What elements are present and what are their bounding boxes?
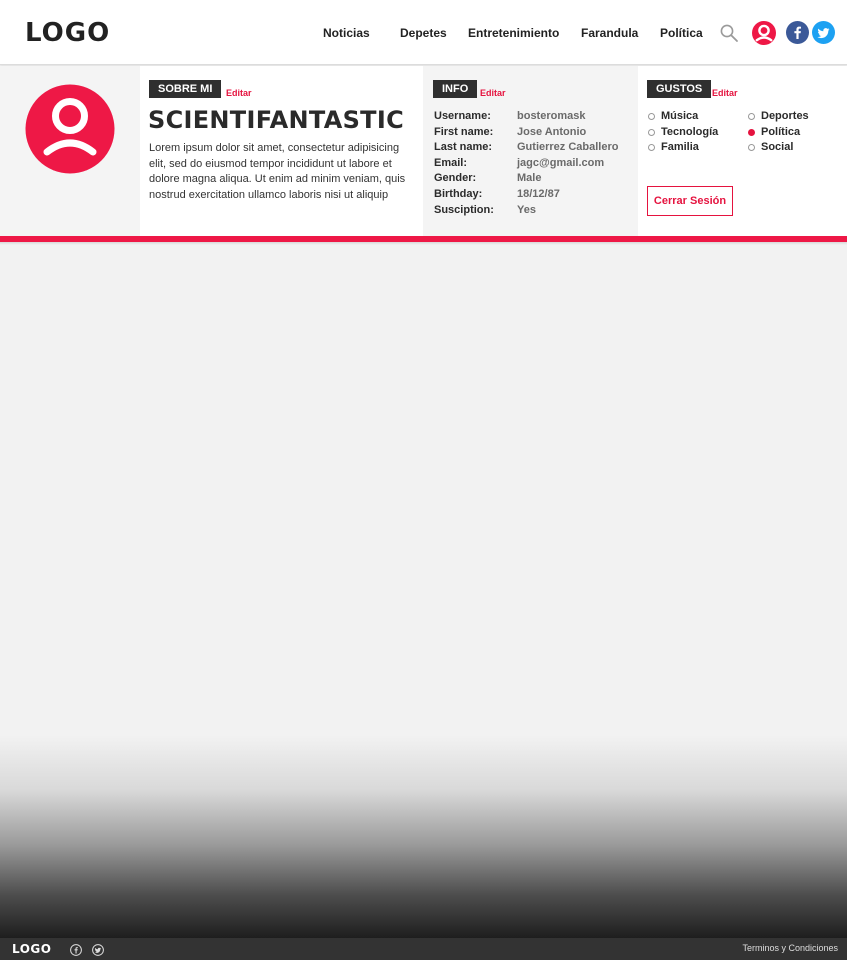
radio-unchecked-icon[interactable] [748,113,755,120]
info-edit-link[interactable]: Editar [480,88,506,98]
like-label: Música [661,110,699,122]
search-icon[interactable] [719,23,739,48]
like-label: Política [761,125,801,138]
info-value: Jose Antonio [517,125,587,138]
user-avatar-icon [25,84,115,174]
avatar[interactable] [25,84,115,179]
like-label: Social [761,141,794,154]
info-value: Male [517,172,542,185]
footer-logo[interactable]: LOGO [12,942,51,956]
info-key: Birthday: [434,187,483,200]
terms-link[interactable]: Terminos y Condiciones [742,943,838,953]
info-value: jagc@gmail.com [517,156,605,169]
profile-username: SCIENTIFANTASTIC [148,106,404,134]
logo[interactable]: LOGO [25,18,110,48]
twitter-icon[interactable] [92,943,104,960]
footer: LOGO Terminos y Condiciones [0,938,847,960]
nav-item-depetes[interactable]: Depetes [400,26,447,40]
profile-band: SOBRE MI Editar SCIENTIFANTASTIC Lorem i… [0,66,847,236]
info-key: Susciption: [434,203,494,216]
like-label: Deportes [761,110,809,122]
nav-item-politica[interactable]: Política [660,26,703,40]
info-key: Username: [434,110,491,122]
facebook-icon[interactable] [786,21,809,49]
avatar-column [0,66,140,236]
likes-options: Música Tecnología Familia Deportes Polít… [648,110,843,158]
info-key: Last name: [434,141,493,154]
like-label: Familia [661,141,699,154]
info-section: INFO Editar Username: bosteromask First … [423,66,638,236]
info-key: Email: [434,156,468,169]
user-icon[interactable] [752,21,776,50]
radio-checked-icon[interactable] [748,128,755,136]
likes-edit-link[interactable]: Editar [712,88,738,98]
twitter-icon[interactable] [812,21,835,49]
logout-button[interactable]: Cerrar Sesión [647,186,733,216]
info-tag: INFO [433,80,478,98]
info-key: First name: [434,125,494,138]
about-section: SOBRE MI Editar SCIENTIFANTASTIC Lorem i… [140,66,423,236]
like-label: Tecnología [661,125,719,138]
info-value: bosteromask [517,110,586,122]
about-edit-link[interactable]: Editar [226,88,252,98]
likes-tag: GUSTOS [647,80,712,98]
info-key: Gender: [434,172,477,185]
nav-item-noticias[interactable]: Noticias [323,26,370,40]
about-tag: SOBRE MI [149,80,222,98]
profile-bio: Lorem ipsum dolor sit amet, consectetur … [149,142,406,201]
nav-item-entretenimiento[interactable]: Entretenimiento [468,26,559,40]
header: LOGO Noticias Depetes Entretenimiento Fa… [0,0,847,65]
info-value: 18/12/87 [517,187,560,200]
radio-unchecked-icon[interactable] [748,144,755,152]
content-area [0,245,847,938]
likes-section: GUSTOS Editar Música Tecnología Familia … [638,66,847,236]
facebook-icon[interactable] [70,943,82,960]
info-value: Yes [517,203,536,216]
info-value: Gutierrez Caballero [517,141,619,154]
nav-item-farandula[interactable]: Farandula [581,26,638,40]
radio-unchecked-icon[interactable] [648,113,655,120]
radio-unchecked-icon[interactable] [648,128,655,136]
radio-unchecked-icon[interactable] [648,144,655,152]
